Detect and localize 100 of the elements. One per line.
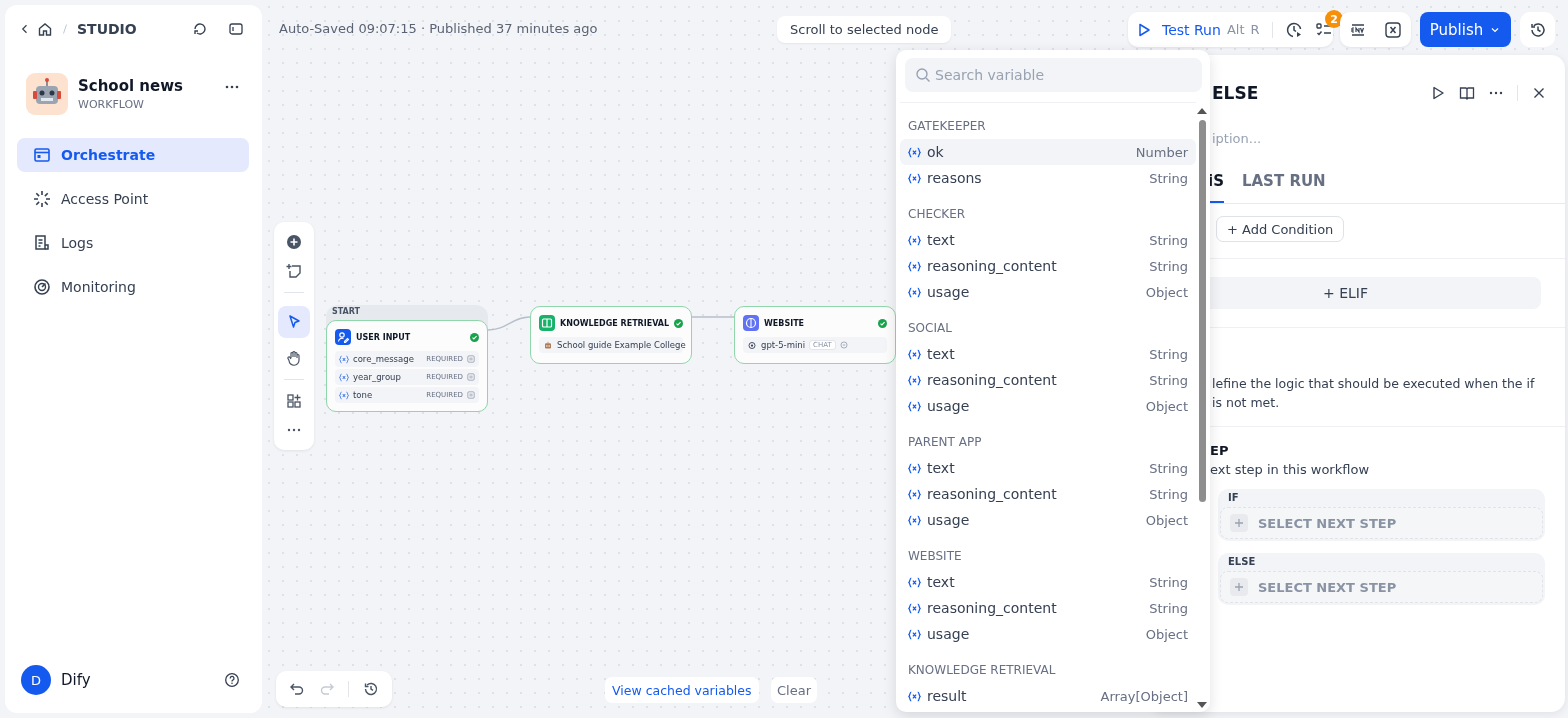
variable-name: usage: [927, 512, 970, 528]
variable-item[interactable]: reasons String: [900, 165, 1196, 191]
scroll-to-node-button[interactable]: Scroll to selected node: [777, 16, 952, 43]
home-icon[interactable]: [37, 21, 53, 37]
variable-name: usage: [927, 398, 970, 414]
search-field[interactable]: Search variable: [905, 58, 1202, 92]
variable-item[interactable]: ok Number: [900, 139, 1196, 165]
panel-tab[interactable]: LAST RUN: [1241, 172, 1326, 203]
variable-icon: [339, 390, 349, 400]
variable-box-icon[interactable]: [1384, 20, 1403, 39]
publish-button[interactable]: Publish: [1420, 12, 1511, 47]
test-run-button[interactable]: Test Run Alt R: [1136, 21, 1260, 38]
variable-item[interactable]: text String: [900, 341, 1196, 367]
variable-name: text: [927, 574, 955, 590]
variable-name: usage: [927, 626, 970, 642]
plus-icon: [1230, 578, 1248, 596]
variable-name: text: [927, 460, 955, 476]
nav-item[interactable]: Logs: [17, 226, 249, 260]
variable-item[interactable]: usage Object: [900, 507, 1196, 533]
variable-item[interactable]: usage Object: [900, 393, 1196, 419]
variable-type: Object: [1145, 398, 1188, 414]
history-icon: [1528, 20, 1547, 39]
variable-icon: [908, 514, 921, 526]
save-status: Auto-Saved 09:07:15 · Published 37 minutes ago: [279, 21, 598, 36]
sidebar-toggle-icon[interactable]: [228, 21, 244, 37]
connector-line: [690, 316, 735, 318]
variable-icon: [339, 354, 349, 364]
variable-name: year_group: [353, 372, 401, 382]
variable-type: String: [1149, 170, 1188, 186]
issue-count-badge: 2: [1325, 10, 1343, 28]
user-avatar[interactable]: D: [21, 665, 51, 695]
robot-avatar-icon: [26, 73, 68, 115]
add-note-icon[interactable]: [286, 263, 302, 280]
variable-item[interactable]: reasoning_content String: [900, 481, 1196, 507]
variable-icon: [908, 374, 921, 386]
variable-item[interactable]: result Array[Object]: [900, 683, 1196, 709]
variable-name: tone: [353, 390, 373, 400]
view-cached-variables-button[interactable]: View cached variables: [605, 677, 759, 703]
variable-name: result: [927, 688, 967, 704]
clock-play-icon[interactable]: [1284, 20, 1303, 39]
input-type-icon: [467, 355, 475, 363]
add-condition-button[interactable]: + Add Condition: [1216, 216, 1345, 242]
clear-button[interactable]: Clear: [771, 677, 817, 703]
scroll-up-icon[interactable]: [1197, 108, 1207, 114]
gauge-icon: [33, 278, 51, 296]
scroll-down-icon[interactable]: [1197, 702, 1207, 708]
variable-icon: [908, 690, 921, 702]
variable-name: usage: [927, 284, 970, 300]
input-type-icon: [467, 391, 475, 399]
variable-icon: [908, 462, 921, 474]
breadcrumb-link[interactable]: STUDIO: [77, 21, 137, 37]
history-icon[interactable]: [363, 681, 380, 697]
variable-item[interactable]: reasoning_content String: [900, 367, 1196, 393]
check-icon: [878, 318, 887, 328]
book-icon[interactable]: [1459, 85, 1475, 101]
refresh-icon[interactable]: [192, 21, 208, 37]
nav-item[interactable]: Monitoring: [17, 270, 249, 304]
hand-icon[interactable]: [286, 350, 302, 367]
node-title: USER INPUT: [356, 332, 412, 342]
variable-item[interactable]: text String: [900, 569, 1196, 595]
scrollbar[interactable]: [1197, 108, 1207, 708]
play-icon[interactable]: [1430, 85, 1446, 101]
variable-icon: [339, 372, 349, 382]
variable-type: Array[Object]: [1100, 688, 1188, 704]
section-description: ext step in this workflow: [1210, 462, 1370, 477]
nav-item[interactable]: Access Point: [17, 182, 249, 216]
input-type-icon: [467, 373, 475, 381]
check-icon: [470, 332, 479, 342]
variable-type: String: [1149, 574, 1188, 590]
model-name: gpt-5-mini: [761, 340, 806, 350]
branch-label: ELSE: [1227, 556, 1257, 569]
window-icon: [33, 146, 51, 164]
variable-type: String: [1149, 486, 1188, 502]
variable-item[interactable]: reasoning_content String: [900, 253, 1196, 279]
variable-icon: [908, 488, 921, 500]
undo-icon[interactable]: [288, 681, 305, 697]
add-node-icon[interactable]: [286, 234, 302, 251]
nav-item[interactable]: Orchestrate: [17, 138, 249, 172]
variable-type: String: [1149, 460, 1188, 476]
group-heading: KNOWLEDGE RETRIEVAL: [907, 662, 1057, 679]
add-block-icon[interactable]: [286, 392, 302, 409]
panel-title: ELSE: [1212, 83, 1259, 103]
variable-type: String: [1149, 258, 1188, 274]
help-icon[interactable]: [224, 672, 240, 688]
variable-item[interactable]: text String: [900, 227, 1196, 253]
workflow-node[interactable]: KNOWLEDGE RETRIEVAL School guide Example College: [530, 306, 692, 364]
section-title: EP: [1210, 443, 1230, 458]
node-title: KNOWLEDGE RETRIEVAL: [560, 318, 670, 328]
variable-item[interactable]: reasoning_content String: [900, 595, 1196, 621]
version-history-button[interactable]: [1520, 12, 1555, 47]
group-heading: CHECKER: [907, 206, 967, 223]
variable-name: reasons: [927, 170, 982, 186]
pointer-tool[interactable]: [278, 305, 310, 338]
variable-item[interactable]: usage Object: [900, 621, 1196, 647]
variable-icon: [908, 348, 921, 360]
model-icon: [747, 340, 757, 350]
variable-item[interactable]: text String: [900, 455, 1196, 481]
user-name: Dify: [61, 671, 91, 689]
document-icon: [33, 234, 51, 252]
robot-icon: [543, 340, 553, 350]
